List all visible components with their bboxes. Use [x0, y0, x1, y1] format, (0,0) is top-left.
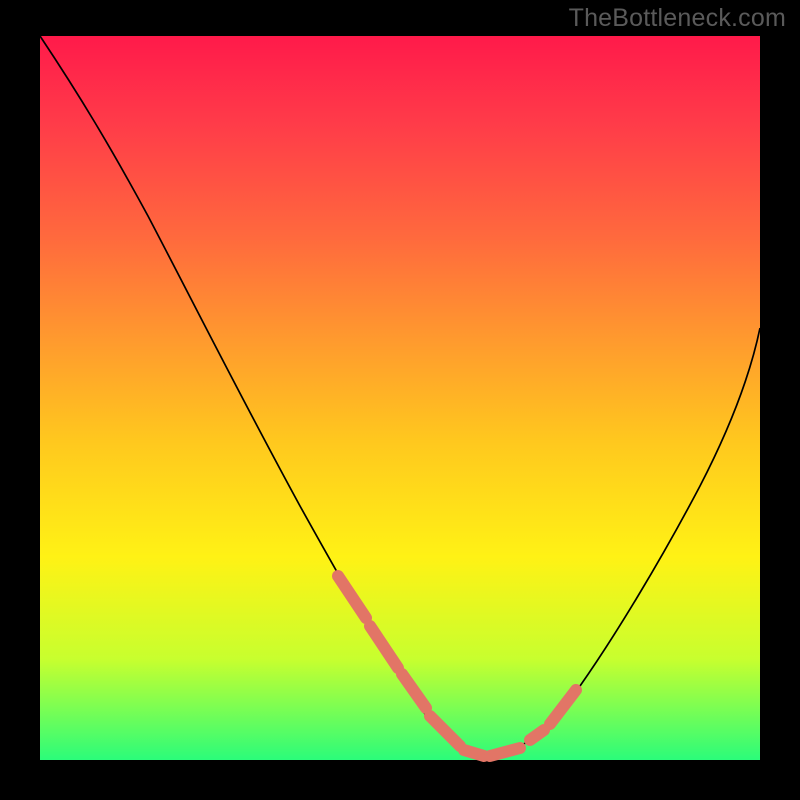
plot-area — [40, 36, 760, 760]
chart-svg — [40, 36, 760, 760]
highlight-dash-7 — [530, 730, 544, 740]
highlight-dash-1 — [338, 576, 366, 618]
highlight-dash-8 — [550, 690, 576, 724]
chart-frame: TheBottleneck.com — [0, 0, 800, 800]
highlight-dash-3 — [402, 674, 426, 708]
highlight-dash-6 — [490, 748, 520, 756]
highlight-dash-4 — [430, 716, 460, 746]
bottleneck-curve — [40, 36, 760, 757]
credit-label: TheBottleneck.com — [569, 6, 786, 31]
highlight-dash-5 — [464, 750, 484, 756]
highlight-dash-2 — [370, 626, 398, 668]
